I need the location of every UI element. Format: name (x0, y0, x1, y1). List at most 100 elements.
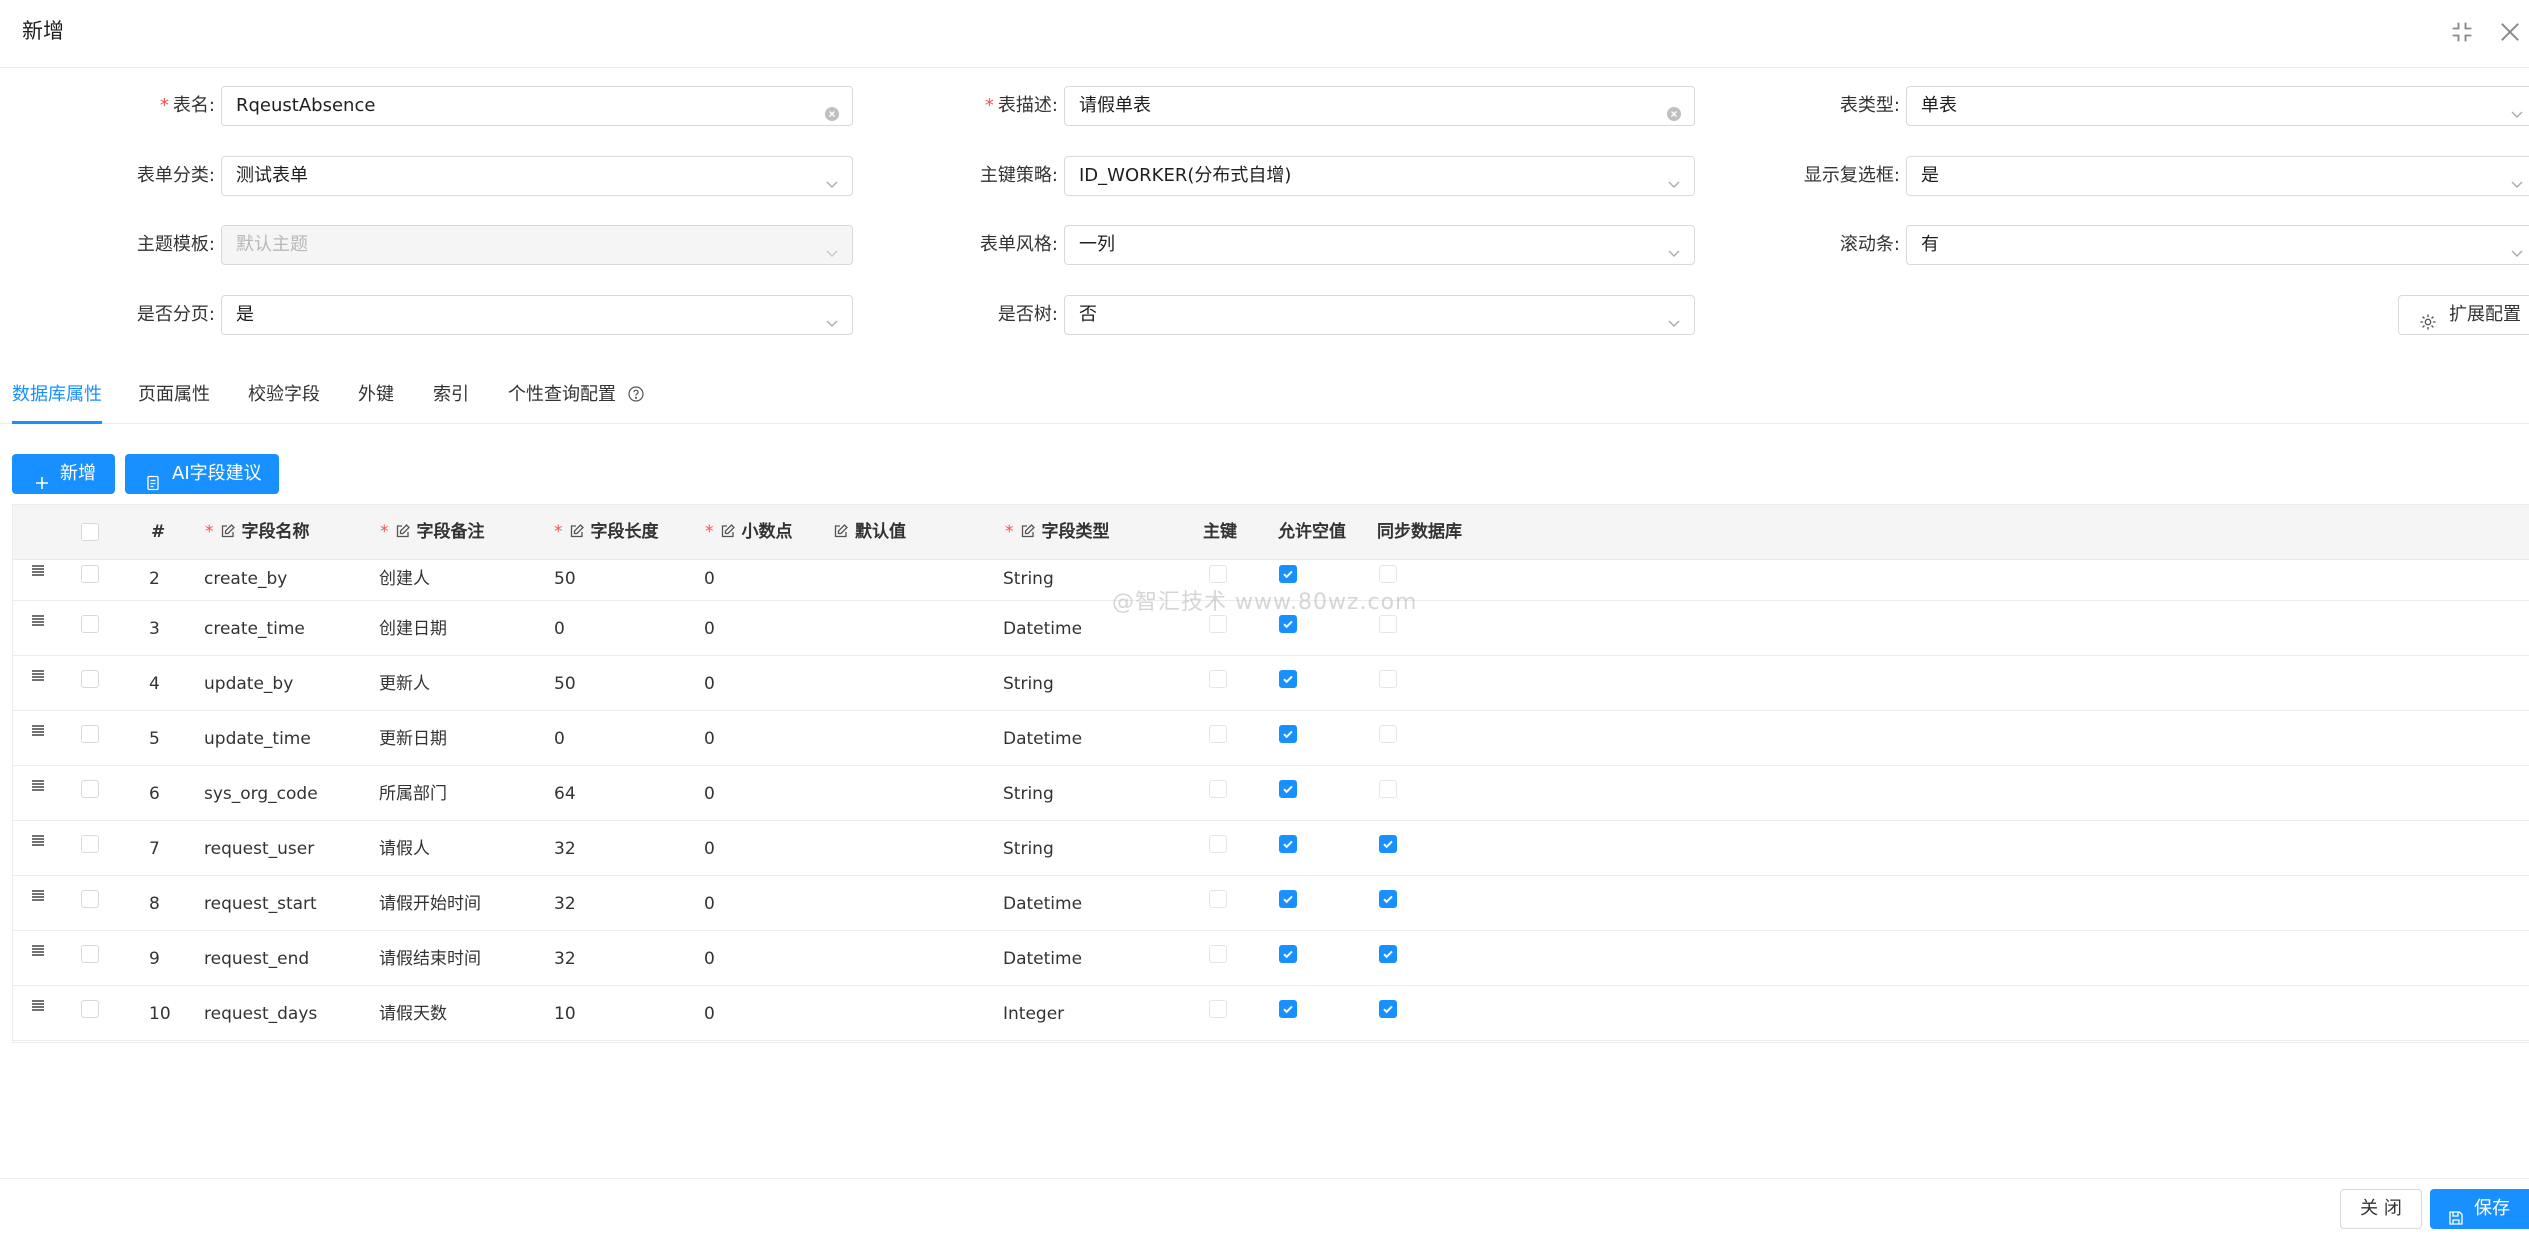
cell-field-name[interactable]: update_by (204, 674, 293, 694)
sync-db-checkbox[interactable] (1379, 1000, 1397, 1018)
sync-db-checkbox[interactable] (1379, 725, 1397, 743)
cell-decimal[interactable]: 0 (704, 729, 715, 749)
cell-field-name[interactable]: update_time (204, 729, 311, 749)
cell-field-type[interactable]: Datetime (1003, 894, 1082, 914)
table-row[interactable]: 6 sys_org_code 所属部门 64 0 String (13, 766, 2529, 821)
tab-foreign-keys[interactable]: 外键 (358, 378, 394, 424)
form-category-select[interactable]: 测试表单 (221, 156, 853, 196)
tab-indexes[interactable]: 索引 (433, 378, 469, 424)
sync-db-checkbox[interactable] (1379, 615, 1397, 633)
table-row[interactable]: 4 update_by 更新人 50 0 String (13, 656, 2529, 711)
cell-field-length[interactable]: 32 (554, 839, 576, 859)
table-row[interactable]: 10 request_days 请假天数 10 0 Integer (13, 986, 2529, 1041)
drag-handle-icon[interactable] (30, 667, 46, 683)
cell-field-type[interactable]: String (1003, 784, 1054, 804)
sync-db-checkbox[interactable] (1379, 835, 1397, 853)
cell-field-length[interactable]: 64 (554, 784, 576, 804)
cell-field-type[interactable]: String (1003, 839, 1054, 859)
table-row[interactable]: 9 request_end 请假结束时间 32 0 Datetime (13, 931, 2529, 986)
drag-handle-icon[interactable] (30, 887, 46, 903)
cell-field-length[interactable]: 0 (554, 729, 565, 749)
sync-db-checkbox[interactable] (1379, 780, 1397, 798)
sync-db-checkbox[interactable] (1379, 890, 1397, 908)
cell-field-length[interactable]: 32 (554, 894, 576, 914)
cell-field-type[interactable]: Datetime (1003, 949, 1082, 969)
row-select-checkbox[interactable] (81, 945, 99, 963)
row-select-checkbox[interactable] (81, 725, 99, 743)
cell-decimal[interactable]: 0 (704, 569, 715, 589)
primary-key-checkbox[interactable] (1209, 670, 1227, 688)
primary-key-checkbox[interactable] (1209, 780, 1227, 798)
cell-field-remark[interactable]: 创建日期 (379, 619, 447, 639)
cell-field-name[interactable]: create_time (204, 619, 305, 639)
primary-key-checkbox[interactable] (1209, 565, 1227, 583)
cell-decimal[interactable]: 0 (704, 839, 715, 859)
cell-field-length[interactable]: 32 (554, 949, 576, 969)
pk-strategy-select[interactable]: ID_WORKER(分布式自增) (1064, 156, 1695, 196)
cell-field-remark[interactable]: 请假天数 (379, 1004, 447, 1024)
extension-config-button[interactable]: 扩展配置 (2398, 295, 2529, 335)
is-tree-select[interactable]: 否 (1064, 295, 1695, 335)
table-type-select[interactable]: 单表 (1906, 86, 2529, 126)
row-select-checkbox[interactable] (81, 780, 99, 798)
cell-field-remark[interactable]: 请假人 (379, 839, 430, 859)
show-checkbox-select[interactable]: 是 (1906, 156, 2529, 196)
table-name-input[interactable]: RqeustAbsence (221, 86, 853, 126)
sync-db-checkbox[interactable] (1379, 945, 1397, 963)
clear-icon[interactable] (824, 98, 840, 121)
primary-key-checkbox[interactable] (1209, 1000, 1227, 1018)
nullable-checkbox[interactable] (1279, 615, 1297, 633)
primary-key-checkbox[interactable] (1209, 945, 1227, 963)
table-row[interactable]: 8 request_start 请假开始时间 32 0 Datetime (13, 876, 2529, 931)
nullable-checkbox[interactable] (1279, 1000, 1297, 1018)
cell-field-name[interactable]: request_user (204, 839, 314, 859)
cell-decimal[interactable]: 0 (704, 949, 715, 969)
drag-handle-icon[interactable] (30, 562, 46, 578)
cell-field-type[interactable]: Integer (1003, 1004, 1064, 1024)
tab-db-properties[interactable]: 数据库属性 (12, 378, 102, 424)
drag-handle-icon[interactable] (30, 997, 46, 1013)
form-style-select[interactable]: 一列 (1064, 225, 1695, 265)
row-select-checkbox[interactable] (81, 670, 99, 688)
row-select-checkbox[interactable] (81, 835, 99, 853)
paginate-select[interactable]: 是 (221, 295, 853, 335)
cell-field-length[interactable]: 50 (554, 569, 576, 589)
cell-field-remark[interactable]: 更新人 (379, 674, 430, 694)
cell-decimal[interactable]: 0 (704, 1004, 715, 1024)
row-select-checkbox[interactable] (81, 890, 99, 908)
clear-icon[interactable] (1666, 98, 1682, 121)
tab-custom-query[interactable]: 个性查询配置 (508, 378, 644, 424)
primary-key-checkbox[interactable] (1209, 725, 1227, 743)
nullable-checkbox[interactable] (1279, 565, 1297, 583)
cell-field-length[interactable]: 0 (554, 619, 565, 639)
tab-page-properties[interactable]: 页面属性 (138, 378, 210, 424)
close-button[interactable]: 关 闭 (2340, 1189, 2422, 1229)
question-icon[interactable] (628, 380, 644, 402)
cell-field-name[interactable]: create_by (204, 569, 287, 589)
table-row[interactable]: 7 request_user 请假人 32 0 String (13, 821, 2529, 876)
select-all-checkbox[interactable] (81, 523, 99, 541)
cell-field-type[interactable]: String (1003, 569, 1054, 589)
cell-field-name[interactable]: request_start (204, 894, 317, 914)
cell-decimal[interactable]: 0 (704, 784, 715, 804)
drag-handle-icon[interactable] (30, 612, 46, 628)
close-icon[interactable] (2496, 18, 2524, 46)
fullscreen-icon[interactable] (2448, 18, 2476, 46)
cell-field-name[interactable]: request_end (204, 949, 309, 969)
scrollbar-select[interactable]: 有 (1906, 225, 2529, 265)
cell-field-remark[interactable]: 创建人 (379, 569, 430, 589)
nullable-checkbox[interactable] (1279, 725, 1297, 743)
cell-field-type[interactable]: String (1003, 674, 1054, 694)
primary-key-checkbox[interactable] (1209, 890, 1227, 908)
cell-field-remark[interactable]: 请假开始时间 (379, 894, 481, 914)
primary-key-checkbox[interactable] (1209, 835, 1227, 853)
drag-handle-icon[interactable] (30, 832, 46, 848)
add-field-button[interactable]: 新增 (12, 454, 115, 494)
nullable-checkbox[interactable] (1279, 780, 1297, 798)
cell-field-name[interactable]: request_days (204, 1004, 317, 1024)
nullable-checkbox[interactable] (1279, 890, 1297, 908)
cell-decimal[interactable]: 0 (704, 674, 715, 694)
sync-db-checkbox[interactable] (1379, 670, 1397, 688)
drag-handle-icon[interactable] (30, 722, 46, 738)
ai-field-suggestion-button[interactable]: AI字段建议 (125, 454, 279, 494)
